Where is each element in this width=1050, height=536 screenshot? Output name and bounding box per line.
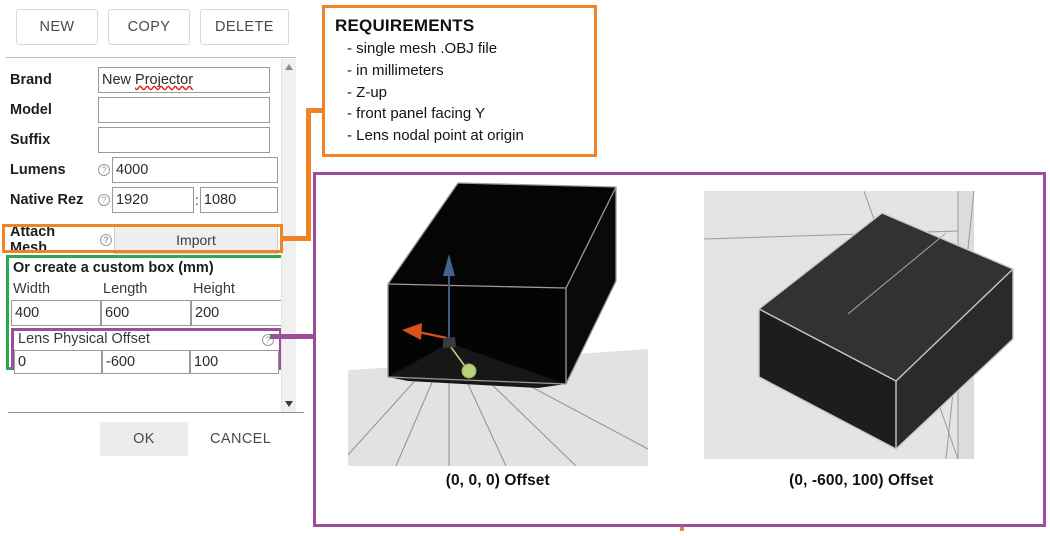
copy-button[interactable]: COPY [108,9,190,45]
field-row-attach-mesh: Attach Mesh ? Import [6,224,278,256]
native-rez-label: Native Rez [10,192,84,208]
viewport-left-caption: (0, 0, 0) Offset [445,472,550,489]
brand-value-misspelled: Projector [135,72,194,88]
native-rez-height-input[interactable]: 1080 [199,187,278,213]
lens-offset-title: Lens Physical Offset [18,331,150,347]
brand-value: New Projector [102,72,194,88]
field-row-model: Model [6,95,278,125]
dialog-divider [8,412,304,413]
render-left-svg [347,181,648,466]
brand-label: Brand [10,72,52,88]
lens-offset-x-input[interactable]: 0 [14,350,102,374]
record-toolbar: NEW COPY DELETE [0,6,300,48]
suffix-label: Suffix [10,132,51,148]
viewport-right-caption: (0, -600, 100) Offset [789,472,934,489]
import-mesh-button[interactable]: Import [114,226,278,254]
custom-box-group: Or create a custom box (mm) Width Length… [6,255,287,374]
ok-button[interactable]: OK [100,422,188,456]
viewport-offset-applied: (0, -600, 100) Offset [680,175,1044,524]
column-header-height: Height [193,281,235,297]
scroll-down-arrow-icon[interactable] [285,401,293,407]
box-width-input[interactable]: 400 [11,300,101,326]
field-row-native-rez: Native Rez ? 1920 : 1080 [6,185,278,215]
lumens-label: Lumens [10,162,66,178]
toolbar-divider [6,57,296,58]
attach-mesh-label: Attach Mesh [10,224,56,256]
lens-offset-y-input[interactable]: -600 [102,350,190,374]
viewport-canvas-right[interactable] [696,181,1027,466]
form-fields: Brand New Projector Model Suffix Lumens … [6,59,287,412]
app-screenshot: NEW COPY DELETE Brand New Projector Mode… [0,0,1050,536]
help-icon[interactable]: ? [100,234,112,246]
new-button[interactable]: NEW [16,9,98,45]
attach-mesh-label-group: Attach Mesh ? [6,224,114,256]
native-rez-width-input[interactable]: 1920 [112,187,194,213]
suffix-input[interactable] [98,127,270,153]
requirement-item: - single mesh .OBJ file [347,40,498,57]
scroll-up-arrow-icon[interactable] [285,64,293,70]
orange-connector-segment [306,108,311,241]
viewport-canvas-left[interactable] [347,181,648,466]
requirement-item: - in millimeters [347,61,444,79]
purple-connector-segment [270,334,318,339]
box-height-input[interactable]: 200 [191,300,282,326]
requirements-title: REQUIREMENTS [335,16,475,35]
lens-offset-z-input[interactable]: 100 [190,350,279,374]
viewport-zero-offset: (0, 0, 0) Offset [316,175,680,524]
field-row-lumens: Lumens ? 4000 [6,155,278,185]
lumens-input[interactable]: 4000 [112,157,278,183]
box-length-input[interactable]: 600 [101,300,191,326]
field-row-brand: Brand New Projector [6,65,278,95]
model-label: Model [10,102,52,118]
requirement-item: - Lens nodal point at origin [347,127,524,144]
viewport-comparison-panel: (0, 0, 0) Offset (0, -600, 100) Offset [313,172,1046,527]
delete-button[interactable]: DELETE [200,9,289,45]
requirement-item: - Z-up [347,83,388,101]
requirement-item: - front panel facing Y [347,105,486,123]
field-row-suffix: Suffix [6,125,278,155]
column-header-width: Width [13,281,51,297]
brand-input[interactable]: New Projector [98,67,270,93]
render-right-svg [696,181,1027,466]
help-icon[interactable]: ? [98,164,110,176]
model-input[interactable] [98,97,270,123]
cancel-button[interactable]: CANCEL [200,422,281,456]
lens-physical-offset-group: Lens Physical Offset ? 0 -600 100 [11,328,282,374]
requirements-callout: REQUIREMENTS - single mesh .OBJ file - i… [322,5,597,157]
custom-box-title: Or create a custom box (mm) [13,260,214,276]
dialog-actions: OK CANCEL [100,422,281,456]
projector-properties-panel: NEW COPY DELETE Brand New Projector Mode… [0,0,310,536]
column-header-length: Length [103,281,148,297]
help-icon[interactable]: ? [98,194,110,206]
form-scroll-area: Brand New Projector Model Suffix Lumens … [6,59,296,412]
